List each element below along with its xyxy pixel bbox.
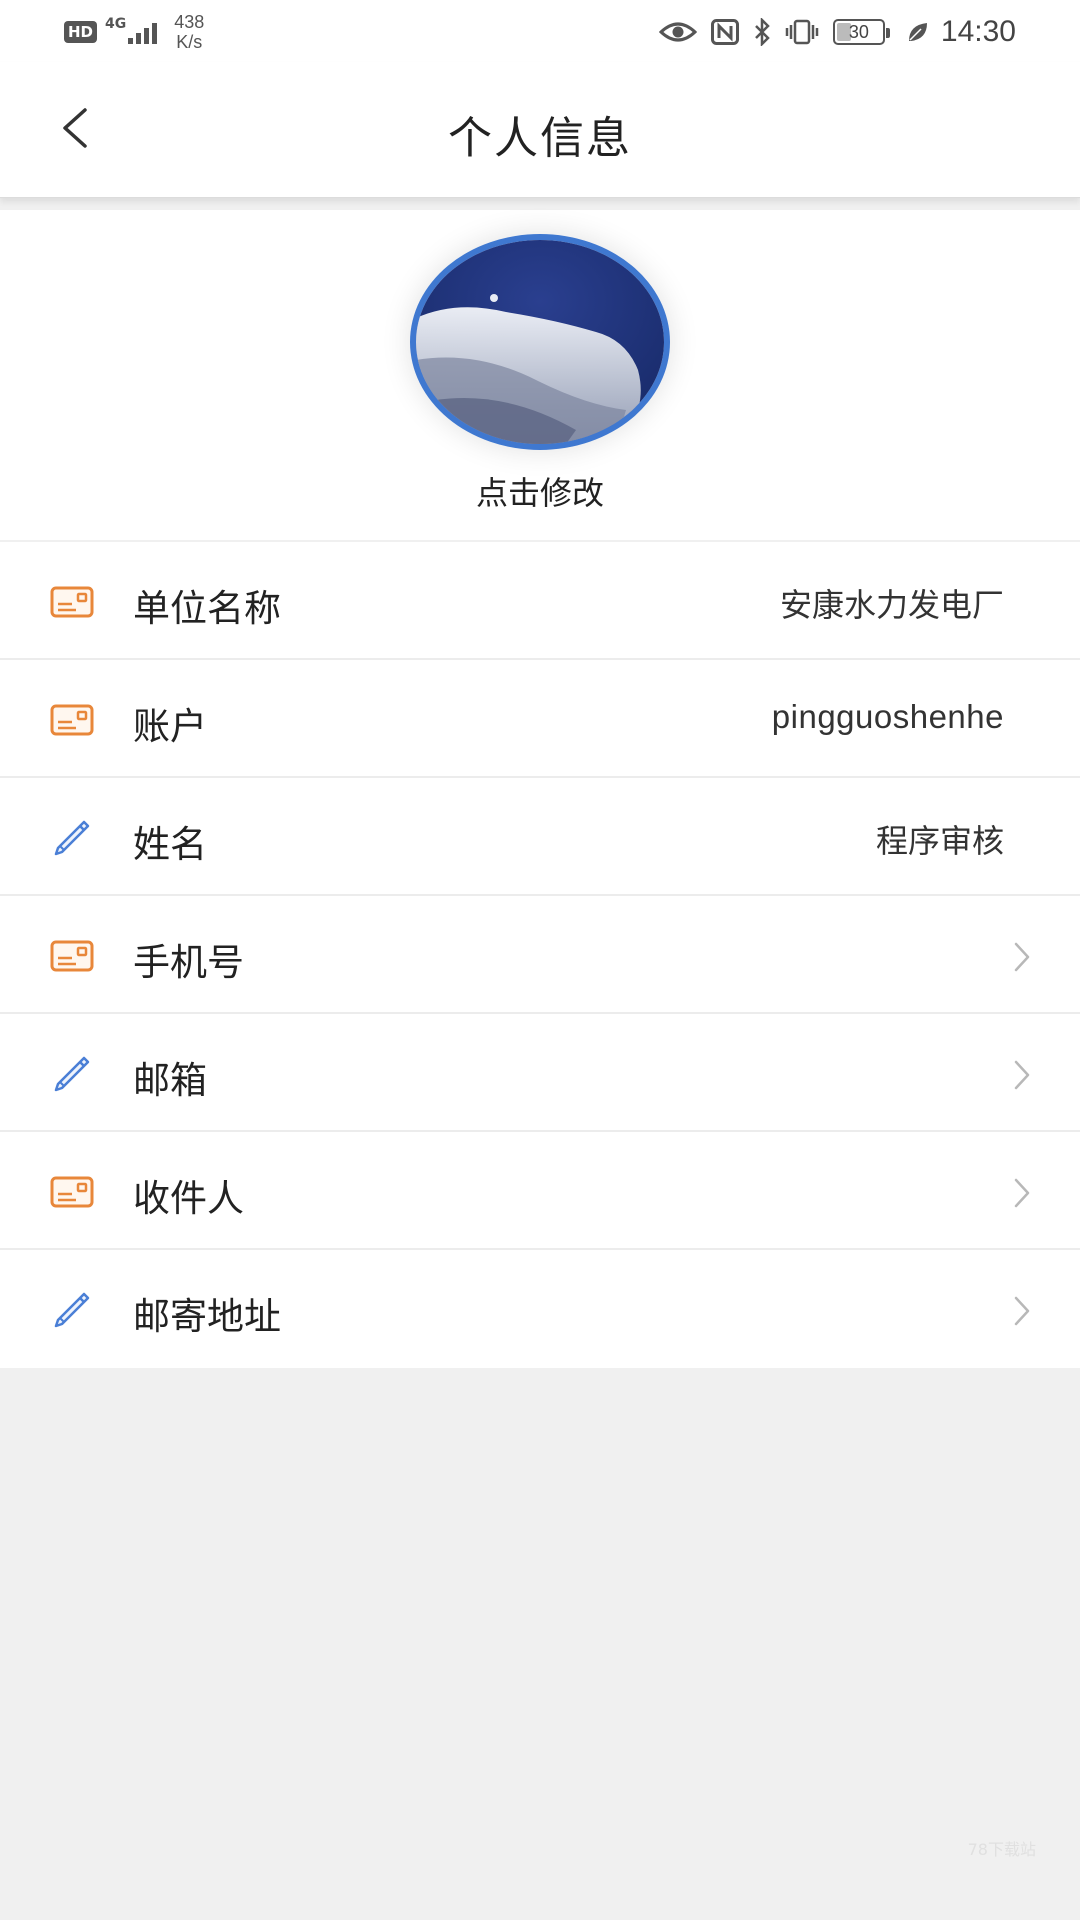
network-type: 4G (105, 16, 127, 32)
chevron-right-icon (1014, 1178, 1030, 1208)
network-speed-value: 438 (174, 12, 205, 32)
clock: 14:30 (940, 15, 1016, 48)
row-unit-name: 单位名称 安康水力发电厂 (0, 542, 1080, 660)
status-bar-left: HD 4G 438 K/s (64, 10, 204, 54)
info-list: 单位名称 安康水力发电厂 账户 pingguoshenhe 姓名 程序审核 手机… (0, 542, 1080, 1368)
network-speed-unit: K/s (176, 32, 203, 52)
avatar-section: 点击修改 (0, 210, 1080, 540)
row-mailing-address[interactable]: 邮寄地址 (0, 1250, 1080, 1368)
row-label: 账户 (133, 705, 207, 748)
eye-icon (658, 20, 697, 44)
row-account: 账户 pingguoshenhe (0, 660, 1080, 778)
avatar-edit-caption[interactable]: 点击修改 (0, 468, 1080, 514)
row-recipient[interactable]: 收件人 (0, 1132, 1080, 1250)
row-label: 邮箱 (133, 1059, 207, 1102)
pencil-icon (54, 820, 90, 856)
leaf-icon (907, 21, 929, 43)
avatar[interactable] (410, 234, 670, 450)
avatar-image (416, 240, 664, 444)
chevron-right-icon (1014, 942, 1030, 972)
battery-level: 30 (848, 21, 869, 42)
pencil-icon (54, 1056, 90, 1092)
row-label: 单位名称 (133, 587, 281, 630)
bluetooth-icon (753, 18, 771, 46)
row-value: 安康水力发电厂 (779, 586, 1004, 624)
battery-indicator: 30 (832, 19, 890, 45)
header: 个人信息 (0, 62, 1080, 198)
signal-icon (128, 20, 160, 44)
watermark: 78下载站 (967, 1840, 1036, 1859)
network-speed: 438 K/s (174, 12, 204, 52)
row-label: 姓名 (133, 823, 207, 866)
page-title: 个人信息 (448, 113, 632, 164)
nfc-icon (710, 19, 739, 45)
battery-icon: 30 (832, 19, 890, 45)
row-label: 邮寄地址 (133, 1295, 281, 1338)
id-card-icon (50, 586, 94, 618)
vibrate-icon (785, 19, 819, 45)
row-phone[interactable]: 手机号 (0, 896, 1080, 1014)
row-name: 姓名 程序审核 (0, 778, 1080, 896)
id-card-icon (50, 940, 94, 972)
status-bar: HD 4G 438 K/s 30 14:30 (0, 0, 1080, 62)
row-value: pingguoshenhe (771, 698, 1004, 735)
row-value: 程序审核 (875, 822, 1004, 860)
hd-badge: HD (64, 21, 98, 43)
row-email[interactable]: 邮箱 (0, 1014, 1080, 1132)
chevron-right-icon (1014, 1296, 1030, 1326)
row-label: 手机号 (133, 941, 244, 984)
pencil-icon (54, 1292, 90, 1328)
chevron-right-icon (1014, 1060, 1030, 1090)
id-card-icon (50, 704, 94, 736)
id-card-icon (50, 1176, 94, 1208)
status-bar-right: 30 14:30 (645, 10, 1016, 54)
row-label: 收件人 (133, 1177, 244, 1220)
